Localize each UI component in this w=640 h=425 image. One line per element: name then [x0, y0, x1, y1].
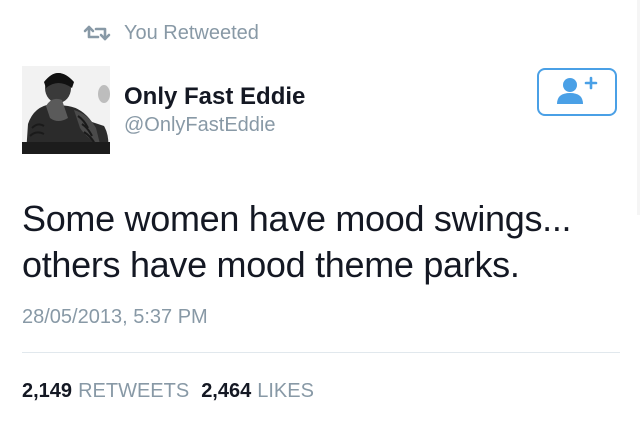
tweet-text-line: Some women have mood swings... [22, 198, 572, 239]
retweets-count: 2,149 [22, 380, 73, 402]
tweet-text-line: others have mood theme parks. [22, 244, 520, 285]
tweet-card: You Retweeted Only Fast Eddie @OnlyFastE… [0, 0, 640, 425]
retweets-stat[interactable]: 2,149 RETWEETS [22, 378, 189, 404]
retweet-context: You Retweeted [82, 20, 259, 46]
tweet-timestamp[interactable]: 28/05/2013, 5:37 PM [22, 304, 208, 330]
author-display-name[interactable]: Only Fast Eddie [124, 83, 305, 111]
likes-count: 2,464 [201, 380, 252, 402]
likes-stat[interactable]: 2,464 LIKES [201, 378, 314, 404]
likes-label: LIKES [257, 380, 314, 402]
retweets-label: RETWEETS [78, 380, 190, 402]
follow-button[interactable] [537, 68, 617, 116]
retweet-context-label: You Retweeted [124, 22, 259, 44]
add-user-icon [555, 76, 599, 108]
divider [22, 352, 620, 353]
retweet-icon [82, 24, 112, 42]
tweet-stats: 2,149 RETWEETS 2,464 LIKES [22, 378, 314, 404]
tweet-text: Some women have mood swings... others ha… [22, 196, 622, 288]
author-screen-name[interactable]: @OnlyFastEddie [124, 113, 275, 137]
avatar[interactable] [22, 66, 110, 154]
